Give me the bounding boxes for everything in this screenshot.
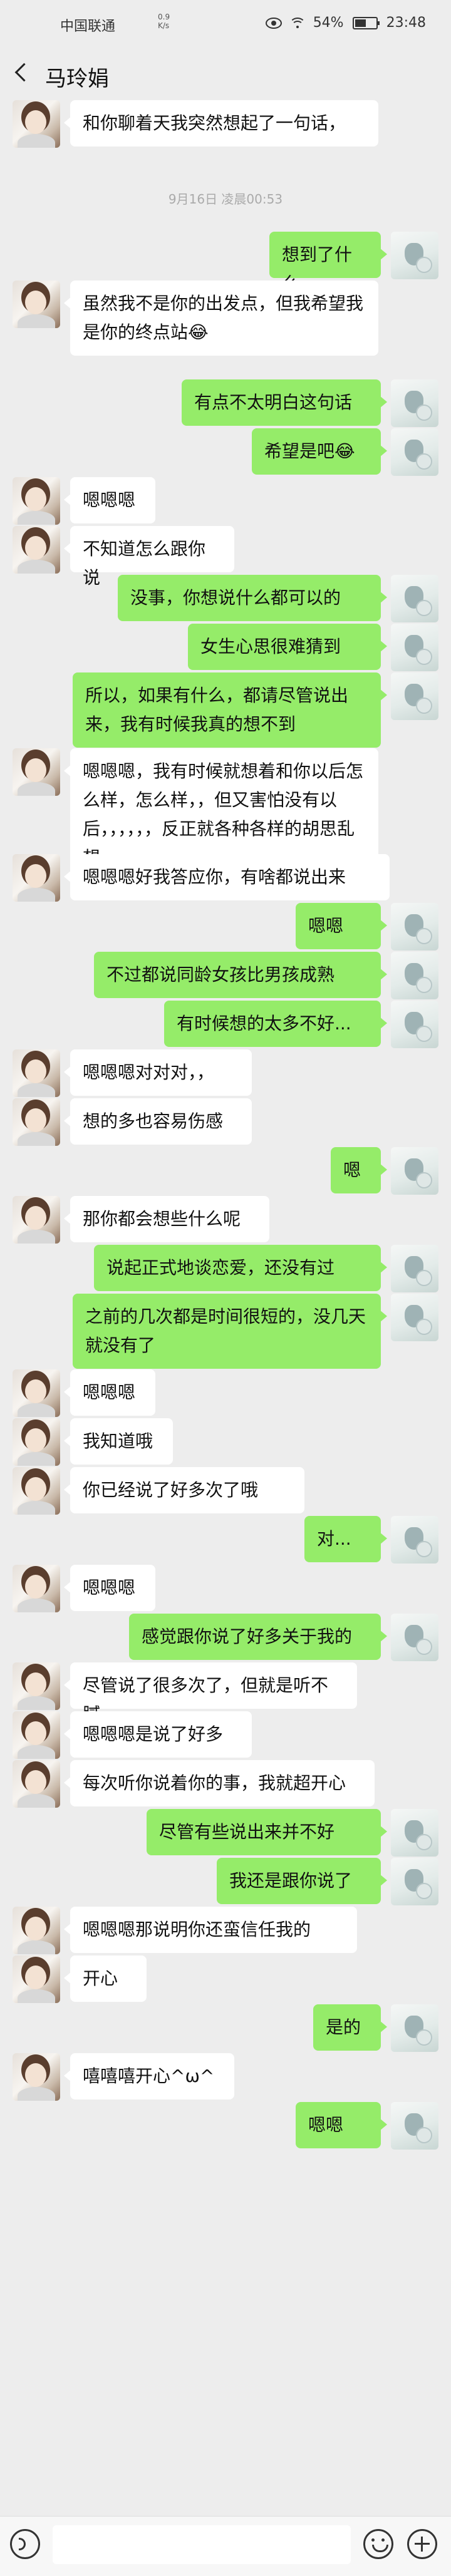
contact-avatar[interactable] [13,2053,60,2101]
message-bubble[interactable]: 嗯嗯嗯是说了好多 [64,1711,252,1758]
message-bubble[interactable]: 嗯嗯 [296,2102,387,2148]
message-bubble[interactable]: 嗯嗯嗯 [64,1369,155,1416]
message-bubble[interactable]: 不过都说同龄女孩比男孩成熟 [94,952,387,998]
network-speed: 0.9 K/s [158,13,170,30]
message-bubble[interactable]: 说起正式地谈恋爱，还没有过 [94,1245,387,1291]
message-bubble[interactable]: 你已经说了好多次了哦 [64,1467,304,1513]
message-bubble[interactable]: 尽管有些说出来并不好 [147,1809,387,1855]
chat-history[interactable]: 9月16日 凌晨00:53 和你聊着天我突然想起了一句话， 想到了什么虽然我不是你的… [0,96,451,2516]
contact-avatar[interactable] [13,100,60,148]
battery-percent: 54% [313,15,344,31]
contact-avatar[interactable] [13,1711,60,1759]
contact-avatar[interactable] [13,1760,60,1808]
back-arrow-icon[interactable] [14,63,34,82]
my-avatar[interactable] [391,428,438,476]
status-icons: 54% 23:48 [265,15,426,31]
my-avatar[interactable] [391,672,438,720]
message-bubble[interactable]: 嗯嗯 [296,903,387,949]
my-avatar[interactable] [391,903,438,951]
contact-avatar[interactable] [13,1369,60,1417]
message-bubble[interactable]: 嗯嗯嗯好我答应你，有啥都说出来 [64,854,390,900]
message-bubble[interactable]: 是的 [313,2004,387,2051]
my-avatar[interactable] [391,1516,438,1564]
message-bubble[interactable]: 开心 [64,1955,147,2002]
contact-avatar[interactable] [13,1196,60,1244]
contact-avatar[interactable] [13,748,60,796]
contact-avatar[interactable] [13,526,60,574]
message-bubble[interactable]: 嗯嗯嗯那说明你还蛮信任我的 [64,1907,357,1953]
message-bubble[interactable]: 那你都会想些什么呢 [64,1196,269,1242]
contact-avatar[interactable] [13,1565,60,1612]
contact-avatar[interactable] [13,1418,60,1466]
message-bubble[interactable]: 和你聊着天我突然想起了一句话， [64,100,378,147]
message-bubble[interactable]: 之前的几次都是时间很短的，没几天就没有了 [73,1294,387,1369]
plus-icon[interactable] [407,2529,437,2559]
chat-header: 马玲娟 [0,53,451,96]
my-avatar[interactable] [391,1147,438,1195]
message-bubble[interactable]: 嗯嗯嗯 [64,1565,155,1611]
message-bubble[interactable]: 有点不太明白这句话 [182,379,387,426]
message-bubble[interactable]: 没事，你想说什么都可以的 [118,575,387,621]
message-bubble[interactable]: 所以，如果有什么，都请尽管说出来，我有时候我真的想不到 [73,672,387,748]
my-avatar[interactable] [391,1245,438,1292]
battery-level [355,19,366,27]
eye-comfort-icon [265,17,282,29]
message-bubble[interactable]: 不知道怎么跟你说 [64,526,234,588]
my-avatar[interactable] [391,232,438,279]
clock: 23:48 [386,15,426,31]
wifi-icon [289,17,306,29]
contact-avatar[interactable] [13,477,60,525]
my-avatar[interactable] [391,952,438,999]
voice-icon[interactable] [10,2529,40,2559]
network-speed-value: 0.9 [158,13,170,21]
my-avatar[interactable] [391,2102,438,2150]
my-avatar[interactable] [391,2004,438,2052]
my-avatar[interactable] [391,1001,438,1048]
contact-avatar[interactable] [13,1049,60,1097]
input-bar [0,2516,451,2576]
message-bubble[interactable]: 想到了什么 [269,232,387,294]
message-bubble[interactable]: 感觉跟你说了好多关于我的 [129,1614,387,1660]
network-speed-unit: K/s [158,21,170,30]
my-avatar[interactable] [391,1809,438,1857]
my-avatar[interactable] [391,575,438,622]
message-bubble[interactable]: 尽管说了很多次了，但就是听不腻， [64,1662,357,1724]
my-avatar[interactable] [391,1858,438,1905]
emoji-icon[interactable] [363,2529,393,2559]
message-bubble[interactable]: 我知道哦 [64,1418,173,1465]
contact-avatar[interactable] [13,854,60,902]
message-bubble[interactable]: 想的多也容易伤感 [64,1098,252,1145]
contact-avatar[interactable] [13,1098,60,1146]
contact-avatar[interactable] [13,1467,60,1515]
my-avatar[interactable] [391,379,438,427]
battery-icon [352,16,380,29]
message-bubble[interactable]: 有时候想的太多不好... [164,1001,387,1047]
message-bubble[interactable]: 嗯 [331,1147,387,1193]
message-bubble[interactable]: 嘻嘻嘻开心^ω^ [64,2053,234,2099]
contact-avatar[interactable] [13,1662,60,1710]
status-bar: 中国联通 0.9 K/s 54% 23:48 [0,0,451,53]
message-bubble[interactable]: 希望是吧😂 [252,428,387,475]
contact-name: 马玲娟 [45,66,109,91]
message-bubble[interactable]: 嗯嗯嗯对对对，， [64,1049,252,1096]
contact-avatar[interactable] [13,281,60,328]
message-input[interactable] [53,2525,351,2564]
message-bubble[interactable]: 嗯嗯嗯 [64,477,155,523]
contact-avatar[interactable] [13,1955,60,2003]
message-bubble[interactable]: 我还是跟你说了 [217,1858,387,1904]
message-bubble[interactable]: 对... [304,1516,387,1562]
message-bubble[interactable]: 虽然我不是你的出发点，但我希望我是你的终点站😂 [64,281,378,356]
contact-avatar[interactable] [13,1907,60,1954]
message-bubble[interactable]: 女生心思很难猜到 [188,624,387,670]
carrier-name: 中国联通 [60,19,116,34]
message-timestamp: 9月16日 凌晨00:53 [168,192,283,207]
my-avatar[interactable] [391,1614,438,1661]
my-avatar[interactable] [391,1294,438,1341]
message-bubble[interactable]: 每次听你说着你的事，我就超开心 [64,1760,375,1806]
my-avatar[interactable] [391,624,438,671]
